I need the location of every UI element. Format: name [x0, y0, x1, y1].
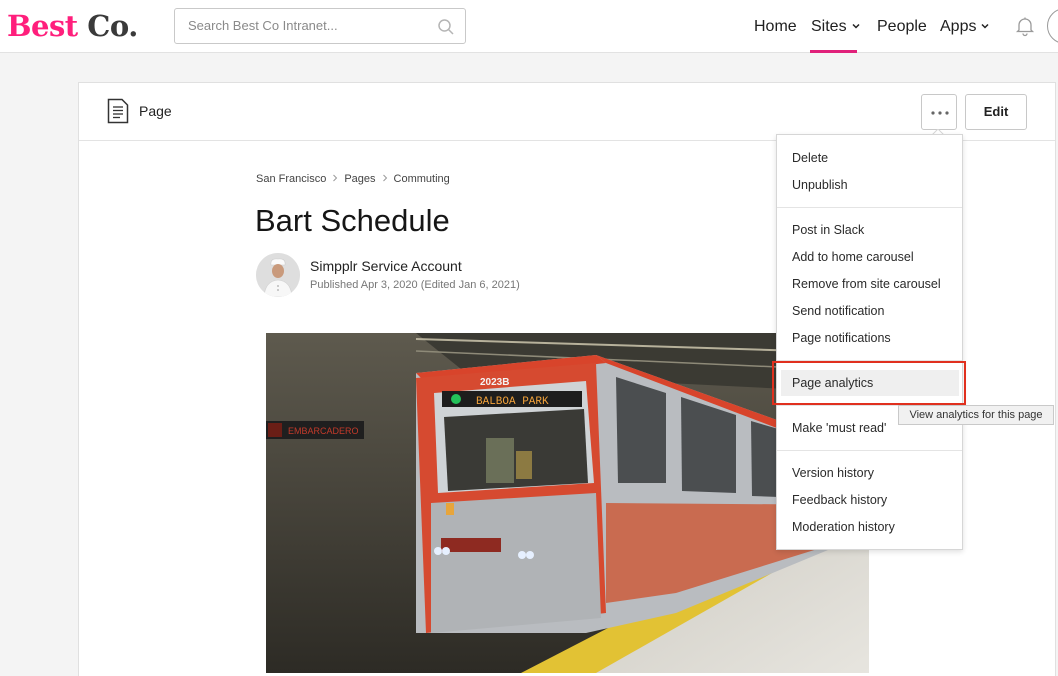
search-icon[interactable]	[437, 18, 455, 36]
page-options-menu: Delete Unpublish Post in Slack Add to ho…	[776, 134, 963, 550]
chevron-right-icon	[333, 174, 338, 182]
nav-home[interactable]: Home	[754, 18, 797, 36]
svg-text:2023B: 2023B	[480, 377, 509, 388]
active-nav-indicator	[810, 50, 857, 53]
author-avatar[interactable]	[256, 253, 300, 297]
menu-item-moderation-history[interactable]: Moderation history	[792, 520, 895, 534]
chevron-right-icon	[382, 174, 387, 182]
menu-item-page-notifications[interactable]: Page notifications	[792, 331, 891, 345]
menu-item-delete[interactable]: Delete	[792, 151, 828, 165]
chef-avatar-image	[256, 253, 300, 297]
company-logo[interactable]: Best Co.	[7, 8, 138, 44]
search-input[interactable]	[188, 18, 428, 33]
nav-sites-label: Sites	[811, 18, 847, 35]
chevron-down-icon	[981, 23, 989, 29]
user-avatar[interactable]	[1047, 8, 1058, 44]
breadcrumb-item[interactable]: San Francisco	[256, 173, 326, 185]
breadcrumb-item[interactable]: Commuting	[394, 173, 450, 185]
page-card-header: Page Edit	[79, 83, 1055, 141]
menu-item-version-history[interactable]: Version history	[792, 466, 874, 480]
page-type-label: Page	[139, 103, 172, 119]
nav-sites[interactable]: Sites	[811, 18, 861, 36]
svg-text:EMBARCADERO: EMBARCADERO	[288, 426, 359, 436]
menu-item-add-to-home-carousel[interactable]: Add to home carousel	[792, 250, 914, 264]
publish-date: Published Apr 3, 2020 (Edited Jan 6, 202…	[310, 279, 520, 291]
search-box[interactable]	[174, 8, 466, 44]
more-dots-icon	[931, 111, 949, 115]
menu-item-remove-from-site-carousel[interactable]: Remove from site carousel	[792, 277, 941, 291]
notifications-bell-icon[interactable]	[1013, 14, 1037, 38]
menu-item-make-must-read[interactable]: Make 'must read'	[792, 421, 886, 435]
more-options-button[interactable]	[921, 94, 957, 130]
breadcrumb: San Francisco Pages Commuting	[256, 173, 450, 185]
menu-item-unpublish[interactable]: Unpublish	[792, 178, 848, 192]
menu-item-post-in-slack[interactable]: Post in Slack	[792, 223, 864, 237]
top-navigation-bar: Best Co. Home Sites People Apps	[0, 0, 1058, 53]
nav-apps-label: Apps	[940, 18, 977, 35]
page-document-icon	[107, 98, 129, 124]
menu-item-send-notification[interactable]: Send notification	[792, 304, 884, 318]
page-title: Bart Schedule	[255, 203, 450, 238]
menu-divider	[777, 450, 962, 451]
author-name[interactable]: Simpplr Service Account	[310, 258, 462, 274]
logo-part-co: Co.	[87, 9, 138, 43]
annotation-highlight-box	[772, 361, 966, 405]
svg-text:BALBOA PARK: BALBOA PARK	[476, 396, 549, 408]
logo-part-best: Best	[7, 9, 78, 43]
breadcrumb-item[interactable]: Pages	[344, 173, 375, 185]
tooltip-page-analytics: View analytics for this page	[898, 405, 1054, 425]
nav-people[interactable]: People	[877, 18, 927, 36]
edit-button[interactable]: Edit	[965, 94, 1027, 130]
menu-item-feedback-history[interactable]: Feedback history	[792, 493, 887, 507]
chevron-down-icon	[852, 23, 860, 29]
nav-apps[interactable]: Apps	[940, 18, 990, 36]
menu-divider	[777, 207, 962, 208]
